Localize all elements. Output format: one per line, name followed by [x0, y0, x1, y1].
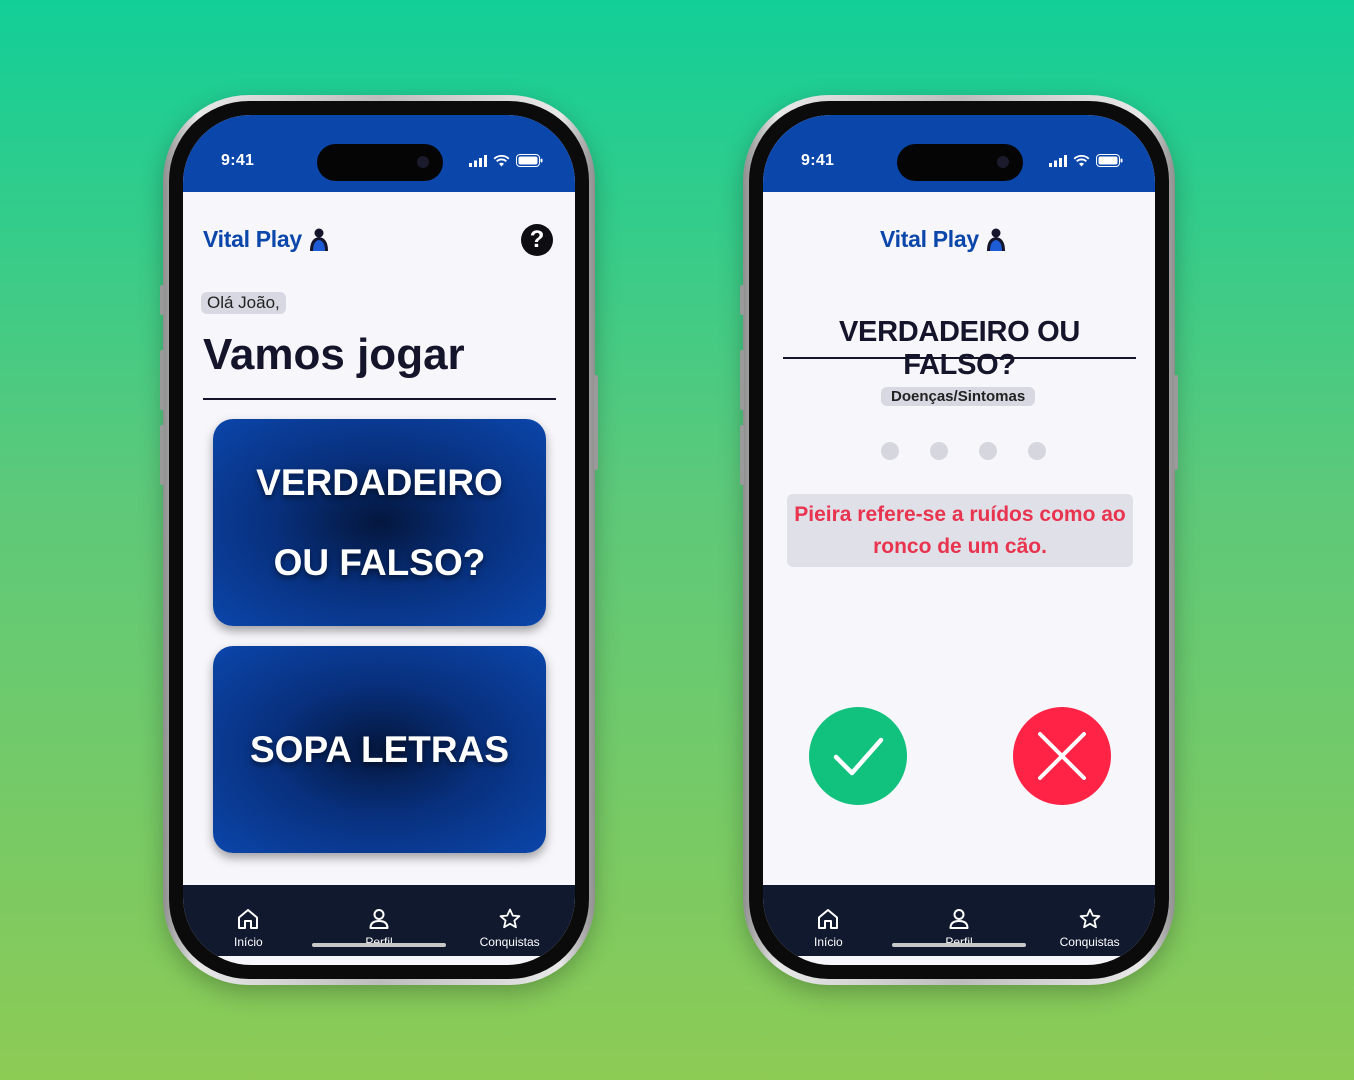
nav-item-perfil[interactable]: Perfil [329, 885, 429, 949]
user-icon [369, 909, 389, 929]
brand-logo: Vital Play [203, 226, 329, 253]
nav-item-perfil[interactable]: Perfil [909, 885, 1009, 949]
quiz-screen: 9:41 Vital Play VERDADEIRO OU FALSO? Doe… [763, 115, 1155, 965]
status-bar: 9:41 [763, 115, 1155, 192]
nav-label-inicio: Início [233, 935, 263, 949]
nav-item-inicio[interactable]: Início [198, 885, 298, 949]
signal-icon [1049, 154, 1067, 167]
progress-dot [930, 442, 948, 460]
progress-dot [881, 442, 899, 460]
home-indicator[interactable] [892, 943, 1026, 947]
phone-home: 9:41 Vital Play ? Olá João, Vamos jogar [160, 95, 598, 985]
true-false-game-card[interactable]: VERDADEIRO OU FALSO? [213, 419, 546, 626]
brand-name: Vital Play [203, 226, 302, 252]
user-icon [949, 909, 969, 929]
question-statement: Pieira refere-se a ruídos como ao ronco … [787, 494, 1133, 567]
battery-icon [516, 154, 543, 167]
true-button[interactable] [809, 707, 907, 805]
status-time: 9:41 [801, 152, 835, 169]
person-hoodie-icon [986, 228, 1005, 251]
progress-dots [881, 442, 1046, 460]
greeting-label: Olá João, [201, 292, 286, 314]
home-screen: 9:41 Vital Play ? Olá João, Vamos jogar [183, 115, 575, 965]
nav-label-conquistas: Conquistas [479, 935, 540, 949]
help-button[interactable]: ? [521, 224, 553, 256]
phone-quiz: 9:41 Vital Play VERDADEIRO OU FALSO? Doe… [740, 95, 1178, 985]
bottom-nav: Início Perfil Conquistas [763, 885, 1155, 956]
home-indicator[interactable] [312, 943, 446, 947]
word-search-game-card[interactable]: SOPA LETRAS [213, 646, 546, 853]
progress-dot [1028, 442, 1046, 460]
signal-icon [469, 154, 487, 167]
wifi-icon [493, 154, 510, 166]
page-title: Vamos jogar [203, 324, 556, 400]
status-time: 9:41 [221, 152, 255, 169]
person-hoodie-icon [309, 228, 328, 251]
quiz-title: VERDADEIRO OU FALSO? [838, 316, 1080, 381]
title-divider [783, 357, 1136, 359]
brand-name: Vital Play [880, 226, 979, 252]
nav-item-conquistas[interactable]: Conquistas [460, 885, 560, 949]
nav-label-inicio: Início [813, 935, 843, 949]
nav-item-conquistas[interactable]: Conquistas [1040, 885, 1140, 949]
brand-logo: Vital Play [880, 226, 1006, 253]
home-icon [818, 909, 839, 929]
dynamic-island [317, 144, 443, 181]
dynamic-island [897, 144, 1023, 181]
nav-item-inicio[interactable]: Início [778, 885, 878, 949]
true-false-card-line2: OU FALSO? [273, 541, 486, 583]
x-icon [1038, 732, 1086, 780]
category-badge: Doenças/Sintomas [881, 387, 1036, 406]
star-icon [499, 908, 520, 929]
word-search-card-label: SOPA LETRAS [249, 728, 510, 770]
nav-label-conquistas: Conquistas [1059, 935, 1120, 949]
bottom-nav: Início Perfil Conquistas [183, 885, 575, 956]
battery-icon [1096, 154, 1123, 167]
home-icon [238, 909, 259, 929]
true-false-card-line1: VERDADEIRO [256, 461, 503, 503]
status-bar: 9:41 [183, 115, 575, 192]
false-button[interactable] [1013, 707, 1111, 805]
progress-dot [979, 442, 997, 460]
wifi-icon [1073, 154, 1090, 166]
star-icon [1079, 908, 1100, 929]
check-icon [833, 737, 884, 776]
